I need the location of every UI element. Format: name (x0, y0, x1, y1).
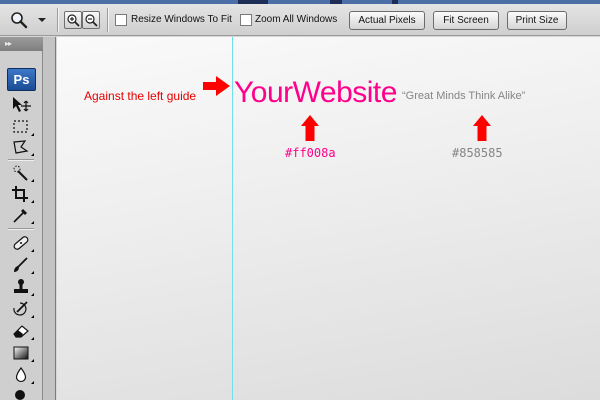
dodge-tool-button[interactable] (10, 386, 34, 400)
zoom-tool-icon (11, 12, 28, 29)
annotation-left-guide: Against the left guide (84, 89, 197, 103)
spot-healing-tool-button[interactable] (10, 233, 34, 253)
stamp-icon (14, 279, 28, 293)
lasso-tool-button[interactable] (10, 137, 34, 157)
bandage-icon (13, 236, 29, 250)
photoshop-window: Resize Windows To Fit Zoom All Windows A… (0, 0, 600, 400)
arrow-up-icon (473, 115, 491, 141)
flyout-indicator-icon (31, 221, 34, 224)
dodge-icon (15, 390, 25, 400)
flyout-indicator-icon (31, 271, 34, 274)
flyout-indicator-icon (31, 133, 34, 136)
flyout-indicator-icon (31, 337, 34, 340)
document-canvas[interactable]: Against the left guide YourWebsite “Grea… (57, 37, 600, 400)
vertical-guide[interactable] (232, 37, 233, 400)
zoom-in-icon (67, 14, 80, 27)
history-brush-tool-button[interactable] (10, 299, 34, 319)
tools-panel-header[interactable]: ▸▸ (0, 37, 43, 51)
tool-preset-picker[interactable] (6, 9, 50, 31)
eyedropper-icon (13, 209, 27, 223)
collapse-panel-icon[interactable]: ▸▸ (5, 40, 12, 48)
resize-windows-label: Resize Windows To Fit (131, 14, 232, 25)
blur-tool-button[interactable] (10, 365, 34, 385)
crop-icon (12, 186, 28, 202)
flyout-indicator-icon (31, 249, 34, 252)
site-name-color-label: #ff008a (285, 146, 336, 160)
gradient-tool-button[interactable] (10, 343, 34, 363)
move-tool-button[interactable] (10, 95, 34, 115)
photoshop-logo: Ps (7, 68, 36, 91)
zoom-in-button[interactable] (64, 11, 82, 29)
brush-tool-button[interactable] (10, 255, 34, 275)
marquee-tool-button[interactable] (10, 117, 34, 137)
clone-stamp-tool-button[interactable] (10, 277, 34, 297)
flyout-indicator-icon (31, 359, 34, 362)
fit-screen-button[interactable]: Fit Screen (433, 11, 499, 30)
crop-tool-button[interactable] (10, 184, 34, 204)
arrow-right-icon (203, 76, 230, 96)
flyout-indicator-icon (31, 200, 34, 203)
flyout-indicator-icon (31, 179, 34, 182)
brush-icon (14, 257, 28, 272)
resize-windows-checkbox[interactable] (115, 14, 127, 26)
rectangular-marquee-icon (13, 120, 28, 133)
gradient-icon (13, 346, 29, 360)
zoom-all-windows-checkbox[interactable] (240, 14, 252, 26)
tagline-color-label: #858585 (452, 146, 503, 160)
quick-selection-icon (13, 165, 28, 181)
zoom-out-icon (85, 14, 98, 27)
print-size-button[interactable]: Print Size (507, 11, 567, 30)
flyout-indicator-icon (31, 315, 34, 318)
panel-divider-strip[interactable] (43, 37, 56, 400)
history-brush-icon (13, 301, 28, 316)
zoom-out-button[interactable] (82, 11, 100, 29)
quick-selection-tool-button[interactable] (10, 163, 34, 183)
arrow-up-icon (301, 115, 319, 141)
flyout-indicator-icon (31, 153, 34, 156)
options-separator (107, 8, 108, 32)
chevron-down-icon (38, 18, 46, 22)
tools-panel: ▸▸ Ps (0, 37, 43, 400)
actual-pixels-button[interactable]: Actual Pixels (349, 11, 425, 30)
tools-separator (8, 159, 34, 160)
flyout-indicator-icon (31, 293, 34, 296)
tools-separator (8, 228, 34, 229)
zoom-all-windows-label: Zoom All Windows (255, 14, 338, 25)
eraser-tool-button[interactable] (10, 321, 34, 341)
eyedropper-tool-button[interactable] (10, 205, 34, 225)
tagline-text: “Great Minds Think Alike” (402, 90, 526, 102)
site-name-text: YourWebsite (234, 76, 397, 109)
eraser-icon (13, 325, 29, 338)
options-separator (57, 8, 58, 32)
move-tool-icon (13, 97, 31, 112)
options-bar: Resize Windows To Fit Zoom All Windows A… (0, 4, 600, 36)
lasso-icon (13, 140, 29, 154)
flyout-indicator-icon (31, 381, 34, 384)
water-drop-icon (15, 366, 27, 383)
